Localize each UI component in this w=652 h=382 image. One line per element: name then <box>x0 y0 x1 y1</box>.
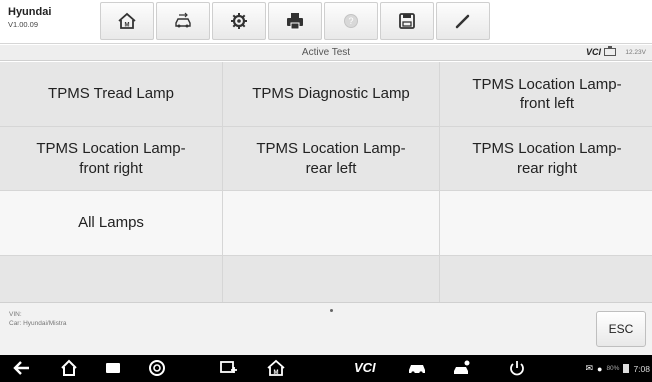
notification-icon: ● <box>597 363 603 374</box>
page-indicator-dot <box>330 309 333 312</box>
esc-button[interactable]: ESC <box>596 311 646 347</box>
back-arrow-icon <box>13 361 29 375</box>
back-button[interactable] <box>10 358 32 378</box>
car-swap-icon <box>175 12 191 28</box>
power-button[interactable] <box>506 358 528 378</box>
message-icon: ✉ <box>585 363 593 373</box>
diagnostics-home-button[interactable]: M <box>265 358 287 378</box>
test-tpms-location-front-left[interactable]: TPMS Location Lamp- front left <box>440 62 652 126</box>
status-bar: Active Test VCI 12.23V <box>0 45 652 61</box>
home-nav-icon <box>61 359 77 376</box>
battery-percent: 80% <box>606 365 620 372</box>
svg-text:M: M <box>125 23 130 29</box>
empty-cell <box>440 256 652 305</box>
app-name: Hyundai <box>8 6 52 18</box>
empty-cell <box>223 191 439 255</box>
screen-cast-icon <box>220 361 237 373</box>
home-button[interactable]: M <box>100 2 154 40</box>
printer-icon <box>287 13 303 30</box>
recents-button[interactable] <box>102 358 124 378</box>
vin-label: VIN: <box>9 311 22 318</box>
svg-text:?: ? <box>348 16 353 26</box>
test-tpms-diagnostic-lamp[interactable]: TPMS Diagnostic Lamp <box>223 62 439 126</box>
test-tpms-tread-lamp[interactable]: TPMS Tread Lamp <box>0 62 222 126</box>
test-tpms-location-front-right[interactable]: TPMS Location Lamp- front right <box>0 127 222 190</box>
gear-icon <box>231 13 247 29</box>
car-label: Car: Hyundai/Mistra <box>9 320 67 327</box>
battery-icon <box>604 46 616 56</box>
battery-icon <box>623 364 630 373</box>
empty-cell <box>0 256 222 305</box>
android-navbar: M VCI ✉ ● 80% 7:08 <box>0 355 652 382</box>
test-all-lamps[interactable]: All Lamps <box>0 191 222 255</box>
vci-nav-label[interactable]: VCI <box>354 360 376 375</box>
remote-expert-button[interactable] <box>452 358 474 378</box>
home-nav-button[interactable] <box>58 358 80 378</box>
vehicle-swap-button[interactable] <box>156 2 210 40</box>
power-icon <box>510 361 524 376</box>
floppy-disk-icon <box>399 13 415 29</box>
vci-status: VCI <box>585 47 601 57</box>
help-button[interactable]: ? <box>324 2 378 40</box>
diagnostics-home-icon: M <box>267 359 285 376</box>
help-icon: ? <box>344 14 358 28</box>
car-person-icon <box>454 360 470 374</box>
page-title: Active Test <box>301 47 351 58</box>
pen-icon <box>455 14 470 29</box>
clock: 7:08 <box>633 363 650 374</box>
car-service-button[interactable] <box>406 358 428 378</box>
print-button[interactable] <box>268 2 322 40</box>
save-button[interactable] <box>380 2 434 40</box>
svg-text:M: M <box>274 370 279 376</box>
empty-cell <box>223 256 439 305</box>
app-version: V1.00.09 <box>8 20 39 29</box>
car-icon <box>409 365 425 375</box>
empty-cell <box>440 191 652 255</box>
test-tpms-location-rear-left[interactable]: TPMS Location Lamp- rear left <box>223 127 439 190</box>
test-tpms-location-rear-right[interactable]: TPMS Location Lamp- rear right <box>440 127 652 190</box>
system-tray: ✉ ● 80% 7:08 <box>585 363 650 374</box>
edit-button[interactable] <box>436 2 490 40</box>
settings-button[interactable] <box>212 2 266 40</box>
recent-apps-icon <box>106 363 120 373</box>
top-toolbar: Hyundai V1.00.09 M ? <box>0 0 652 44</box>
voltage-readout: 12.23V <box>625 49 646 56</box>
app-title: Hyundai V1.00.09 <box>8 7 51 29</box>
active-test-grid: TPMS Tread Lamp TPMS Diagnostic Lamp TPM… <box>0 62 652 305</box>
screen-cast-button[interactable] <box>218 358 240 378</box>
browser-icon <box>149 360 165 376</box>
browser-button[interactable] <box>146 358 168 378</box>
vehicle-info-bar: VIN: Car: Hyundai/Mistra ESC <box>0 302 652 355</box>
home-icon: M <box>118 12 136 29</box>
